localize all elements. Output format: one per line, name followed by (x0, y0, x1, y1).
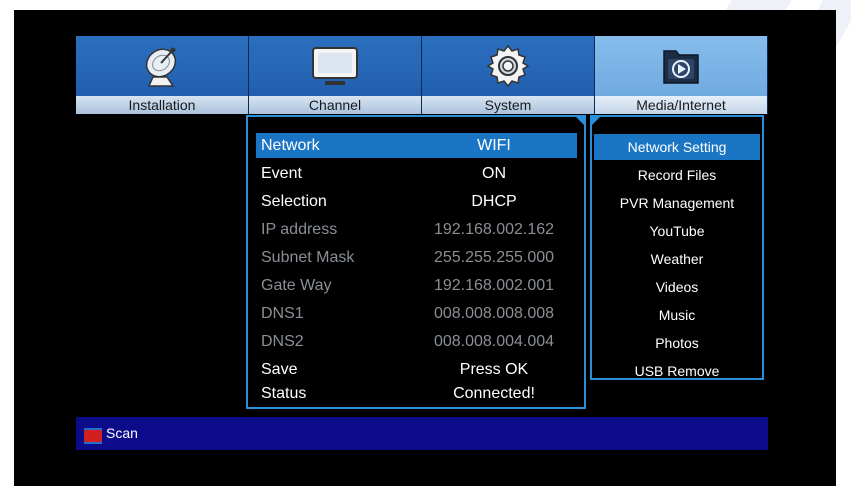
tab-channel[interactable]: Channel (249, 36, 422, 114)
submenu-item-usb-remove[interactable]: USB Remove (594, 358, 760, 384)
tab-label: Media/Internet (595, 96, 767, 114)
red-key-icon (84, 428, 102, 444)
main-menu-tabs: Installation Channel System Media/Intern… (76, 36, 768, 114)
setting-label: DNS1 (261, 305, 304, 322)
setting-label: Event (261, 165, 302, 182)
help-bar: Scan (76, 417, 768, 450)
tab-system[interactable]: System (422, 36, 595, 114)
submenu-item-videos[interactable]: Videos (594, 274, 760, 300)
setting-label: IP address (261, 221, 338, 238)
setting-row-selection[interactable]: Selection DHCP (256, 189, 577, 214)
submenu-item-music[interactable]: Music (594, 302, 760, 328)
setting-label: Gate Way (261, 277, 332, 294)
setting-value: 192.168.002.001 (433, 277, 555, 294)
setting-value: WIFI (477, 137, 511, 154)
tab-label: Channel (249, 96, 421, 114)
setting-label: Network (261, 137, 320, 154)
setting-label: Status (261, 385, 307, 402)
setting-value: DHCP (471, 193, 517, 210)
setting-value: Connected! (453, 385, 535, 402)
tab-label: Installation (76, 96, 248, 114)
setting-label: Subnet Mask (261, 249, 355, 266)
setting-row-dns2: DNS2 008.008.004.004 (256, 329, 577, 354)
setting-label: Save (261, 361, 298, 378)
satellite-dish-icon (76, 42, 248, 90)
media-internet-submenu: Network Setting Record Files PVR Managem… (590, 115, 764, 380)
panel-corner-marker (591, 116, 601, 126)
media-folder-icon (595, 42, 767, 90)
setting-value: 192.168.002.162 (433, 221, 555, 238)
tab-installation[interactable]: Installation (76, 36, 249, 114)
tab-media-internet[interactable]: Media/Internet (595, 36, 768, 114)
setting-value: ON (482, 165, 506, 182)
setting-value: 008.008.004.004 (433, 333, 555, 350)
setting-row-gateway: Gate Way 192.168.002.001 (256, 273, 577, 298)
setting-label: DNS2 (261, 333, 304, 350)
panel-corner-marker (575, 116, 585, 126)
submenu-item-pvr-management[interactable]: PVR Management (594, 190, 760, 216)
setting-row-dns1: DNS1 008.008.008.008 (256, 301, 577, 326)
submenu-item-weather[interactable]: Weather (594, 246, 760, 272)
setting-value: 255.255.255.000 (433, 249, 555, 266)
network-settings-panel: Network WIFI Event ON Selection DHCP IP … (246, 115, 586, 409)
setting-row-subnet-mask: Subnet Mask 255.255.255.000 (256, 245, 577, 270)
setting-row-status: Status Connected! (256, 381, 577, 406)
submenu-item-youtube[interactable]: YouTube (594, 218, 760, 244)
tab-label: System (422, 96, 594, 114)
submenu-item-photos[interactable]: Photos (594, 330, 760, 356)
scan-hint[interactable]: Scan (106, 417, 138, 450)
setting-row-event[interactable]: Event ON (256, 161, 577, 186)
setting-row-ip-address: IP address 192.168.002.162 (256, 217, 577, 242)
setting-row-save[interactable]: Save Press OK (256, 357, 577, 382)
setting-value: 008.008.008.008 (433, 305, 555, 322)
submenu-item-record-files[interactable]: Record Files (594, 162, 760, 188)
setting-label: Selection (261, 193, 327, 210)
gear-icon (422, 42, 594, 90)
setting-row-network[interactable]: Network WIFI (256, 133, 577, 158)
tv-icon (249, 42, 421, 90)
setting-value: Press OK (459, 361, 529, 378)
submenu-item-network-setting[interactable]: Network Setting (594, 134, 760, 160)
